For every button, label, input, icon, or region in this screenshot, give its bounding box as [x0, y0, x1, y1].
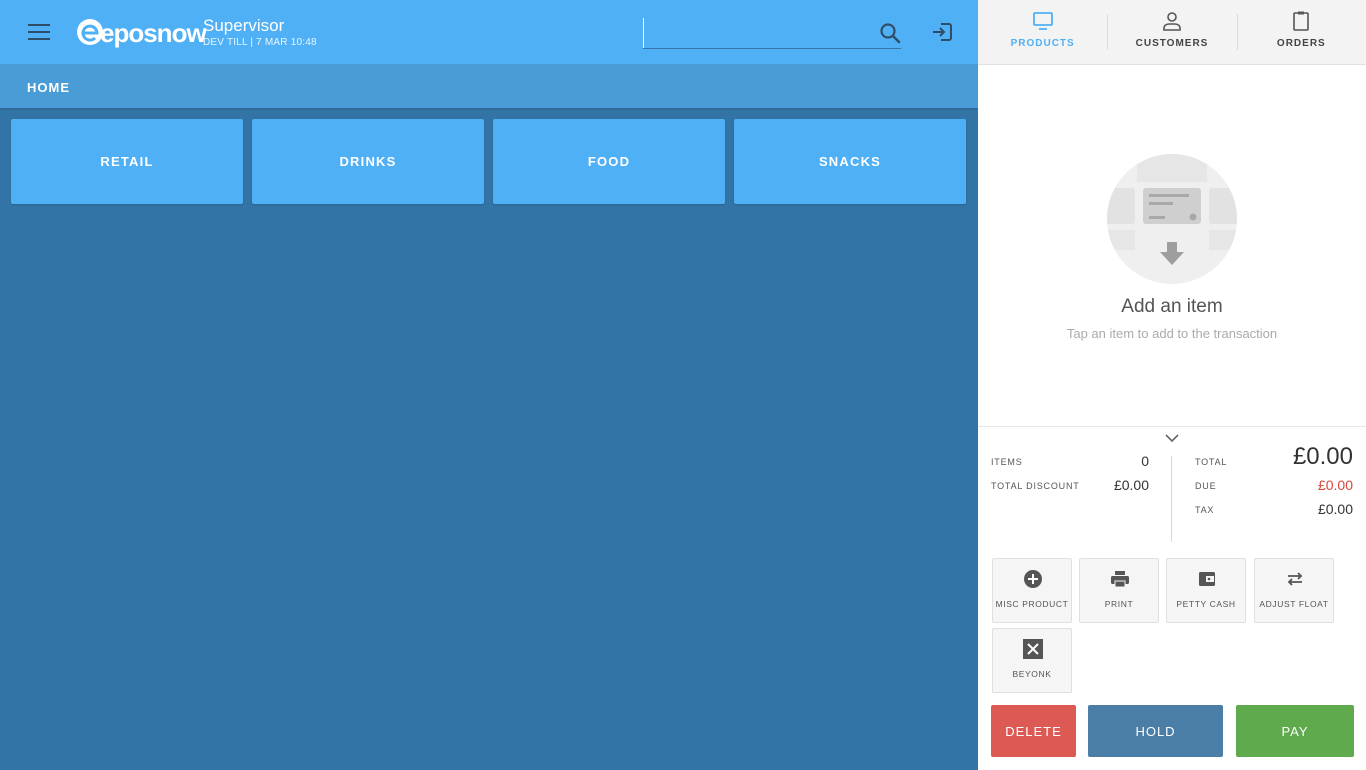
tax-label: TAX — [1195, 505, 1215, 515]
items-count: 0 — [1141, 453, 1149, 469]
items-label: ITEMS — [991, 457, 1023, 467]
empty-state-subtitle: Tap an item to add to the transaction — [1066, 326, 1278, 341]
empty-state-title: Add an item — [1121, 296, 1223, 317]
print-label: PRINT — [1104, 599, 1134, 609]
tab-customers[interactable]: CUSTOMERS — [1107, 0, 1236, 64]
hold-button[interactable]: HOLD — [1088, 705, 1223, 757]
total-value: £0.00 — [1292, 443, 1353, 470]
tab-products-label: PRODUCTS — [1010, 38, 1075, 49]
swap-icon — [1287, 572, 1303, 586]
tab-orders-label: ORDERS — [1276, 38, 1326, 49]
total-label: TOTAL — [1195, 457, 1228, 467]
tax-value: £0.00 — [1317, 501, 1353, 517]
category-snacks[interactable]: SNACKS — [734, 119, 966, 204]
adjust-float-button[interactable]: ADJUST FLOAT — [1254, 558, 1334, 623]
breadcrumb-bar: HOME — [0, 64, 978, 110]
pay-button[interactable]: PAY — [1236, 705, 1354, 757]
misc-product-button[interactable]: MISC PRODUCT — [992, 558, 1072, 623]
total-discount-value: £0.00 — [1113, 477, 1149, 493]
search-input[interactable] — [643, 18, 863, 48]
brand-name: eposnow — [100, 18, 207, 48]
petty-cash-label: PETTY CASH — [1176, 599, 1236, 609]
beyonk-button[interactable]: BEYONK — [992, 628, 1072, 693]
logout-icon[interactable] — [930, 20, 954, 44]
category-retail[interactable]: RETAIL — [11, 119, 243, 204]
menu-icon[interactable] — [24, 20, 54, 44]
clipboard-icon — [1293, 11, 1310, 31]
beyonk-label: BEYONK — [1012, 669, 1052, 679]
monitor-icon — [1032, 12, 1053, 30]
tab-bar: PRODUCTS CUSTOMERS ORDERS — [978, 0, 1366, 65]
search-box — [643, 18, 901, 49]
tab-orders[interactable]: ORDERS — [1236, 0, 1366, 64]
summary-separator — [1171, 456, 1172, 542]
user-icon — [1163, 12, 1181, 31]
category-drinks[interactable]: DRINKS — [252, 119, 484, 204]
empty-cart-illustration-icon — [1107, 154, 1237, 284]
adjust-float-label: ADJUST FLOAT — [1259, 599, 1329, 609]
total-discount-label: TOTAL DISCOUNT — [991, 481, 1080, 491]
divider — [978, 426, 1366, 427]
chevron-down-icon[interactable] — [1164, 432, 1180, 444]
misc-product-label: MISC PRODUCT — [995, 599, 1069, 609]
search-icon[interactable] — [879, 22, 901, 44]
wallet-icon — [1199, 572, 1215, 586]
top-bar: eposnow Supervisor DEV TILL | 7 MAR 10:4… — [0, 0, 978, 64]
category-tiles: RETAIL DRINKS FOOD SNACKS — [11, 119, 966, 204]
due-label: DUE — [1195, 481, 1217, 491]
breadcrumb-home[interactable]: HOME — [27, 80, 70, 95]
beyonk-icon — [1023, 639, 1043, 659]
petty-cash-button[interactable]: PETTY CASH — [1166, 558, 1246, 623]
tab-customers-label: CUSTOMERS — [1135, 38, 1209, 49]
delete-button[interactable]: DELETE — [991, 705, 1076, 757]
till-info: DEV TILL | 7 MAR 10:48 — [203, 37, 317, 48]
transaction-pane: PRODUCTS CUSTOMERS ORDERS Add an item Ta… — [978, 0, 1366, 770]
print-button[interactable]: PRINT — [1079, 558, 1159, 623]
category-food[interactable]: FOOD — [493, 119, 725, 204]
plus-circle-icon — [1024, 570, 1042, 588]
user-name: Supervisor — [203, 16, 285, 35]
product-pane: eposnow Supervisor DEV TILL | 7 MAR 10:4… — [0, 0, 978, 770]
printer-icon — [1111, 571, 1129, 588]
tab-products[interactable]: PRODUCTS — [978, 0, 1107, 64]
due-value: £0.00 — [1317, 477, 1353, 493]
